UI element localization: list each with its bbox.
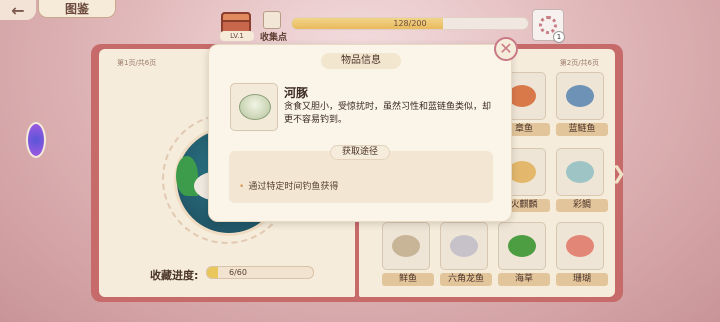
collection-progress-label: 收藏进度:	[150, 269, 199, 282]
item-card[interactable]: 珊瑚	[556, 222, 608, 286]
collect-point-label: 收集点	[260, 33, 288, 43]
close-icon: ✕	[499, 39, 513, 58]
back-button[interactable]: ←	[0, 0, 36, 20]
bullet-icon: •	[239, 182, 245, 192]
pufferfish-icon	[239, 94, 271, 120]
item-description: 贪食又胆小，受惊扰时，虽然习性和蓝链鱼类似，却更不容易钓到。	[284, 102, 492, 125]
item-card[interactable]: 蓝鲢鱼	[556, 72, 608, 136]
back-arrow-icon: ←	[11, 0, 25, 20]
dialog-title: 物品信息	[321, 53, 401, 69]
collection-progress-bar: 6/60	[206, 266, 314, 279]
item-card[interactable]: 鲜鱼	[382, 222, 434, 286]
axolotl-icon	[450, 235, 478, 257]
page-title: 图鉴	[38, 0, 116, 18]
reward-badge-button[interactable]: 1	[532, 9, 565, 43]
source-section: 获取途径 • 通过特定时间钓鱼获得	[229, 145, 493, 203]
right-page-number: 第2页/共6页	[559, 59, 599, 67]
item-info-dialog: 物品信息 ✕ 河豚 贪食又胆小，受惊扰时，虽然习性和蓝链鱼类似，却更不容易钓到。…	[208, 37, 518, 222]
item-card[interactable]: 海草	[498, 222, 550, 286]
item-name: 河豚	[284, 86, 309, 100]
collect-progress-bar: 128/200	[291, 17, 529, 30]
next-page-arrow-icon[interactable]: ❯	[611, 163, 626, 184]
collection-progress-fill	[207, 267, 218, 278]
fish-icon	[392, 235, 420, 257]
fish-icon	[566, 85, 594, 107]
item-card[interactable]: 彩鲷	[556, 148, 608, 212]
fish-icon	[508, 161, 536, 183]
fish-icon	[566, 161, 594, 183]
collection-progress-text: 6/60	[229, 268, 247, 277]
badge-count: 1	[553, 31, 565, 43]
coral-icon	[566, 235, 594, 257]
source-title: 获取途径	[330, 145, 390, 160]
octopus-icon	[508, 85, 536, 107]
item-thumbnail	[230, 83, 278, 131]
source-item: • 通过特定时间钓鱼获得	[239, 182, 339, 192]
close-button[interactable]: ✕	[494, 37, 518, 61]
collect-progress-text: 128/200	[393, 19, 427, 28]
seaweed-icon	[508, 235, 536, 257]
chest-level-label: LV.1	[220, 31, 254, 41]
left-page-number: 第1页/共6页	[117, 59, 157, 67]
side-menu-button[interactable]	[26, 122, 46, 158]
collect-point-icon	[263, 11, 281, 29]
item-card[interactable]: 六角龙鱼	[440, 222, 492, 286]
